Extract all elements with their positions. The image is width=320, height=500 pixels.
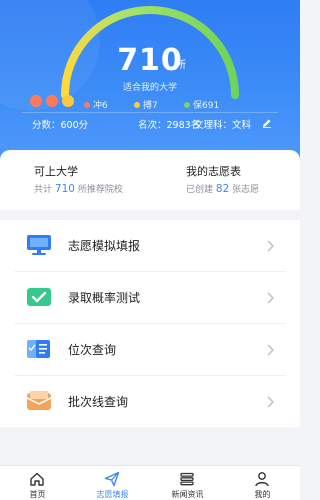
suffix: 张志愿 <box>232 185 260 195</box>
menu-item-admission-probability[interactable]: 录取概率测试 <box>0 272 300 324</box>
legend-dot-icon <box>134 101 140 108</box>
eligible-count: 710 <box>54 183 75 195</box>
tab-news[interactable]: 新闻资讯 <box>150 466 225 500</box>
my-application-subtitle: 已创建 82 张志愿 <box>186 182 259 195</box>
rank-doc-icon <box>27 340 50 358</box>
legend-label: 冲6 <box>93 101 108 111</box>
bottom-tab-bar: 首页 志愿填报 新闻资讯 我的 <box>0 465 300 500</box>
menu-item-label: 录取概率测试 <box>68 291 141 305</box>
tab-application-fill[interactable]: 志愿填报 <box>75 466 150 500</box>
legend-dot-icon <box>184 101 190 108</box>
score-header: 710 所 适合我的大学 冲6 搏7 保691 分数：600分 名次：2983名… <box>0 0 300 160</box>
school-count-unit: 所 <box>176 60 186 71</box>
eligible-schools-subtitle: 共计 710 所推荐院校 <box>34 182 123 195</box>
tab-profile[interactable]: 我的 <box>225 466 300 500</box>
news-icon <box>180 472 194 486</box>
legend-label: 保691 <box>193 101 220 111</box>
rank-stat: 名次：2983名 <box>138 120 201 131</box>
tab-label: 首页 <box>29 490 46 499</box>
eligible-schools-title: 可上大学 <box>34 165 78 178</box>
orange-dot-icon <box>30 95 42 107</box>
prefix: 已创建 <box>186 185 214 195</box>
feature-menu: 志愿模拟填报 录取概率测试 位次查询 批次线查询 <box>0 220 300 427</box>
score-stat: 分数：600分 <box>32 120 89 131</box>
chevron-right-icon <box>267 344 274 356</box>
chevron-right-icon <box>267 240 274 252</box>
school-count: 710 <box>117 43 183 78</box>
menu-item-label: 批次线查询 <box>68 395 129 409</box>
legend-label: 搏7 <box>143 101 158 111</box>
yellow-dot-icon <box>62 95 74 107</box>
menu-item-simulate-fill[interactable]: 志愿模拟填报 <box>0 220 300 272</box>
legend-chong: 冲6 <box>84 98 108 111</box>
application-count: 82 <box>215 183 230 195</box>
prefix: 共计 <box>34 185 53 195</box>
menu-item-rank-query[interactable]: 位次查询 <box>0 324 300 376</box>
subject-stat: 文理科：文科 <box>194 120 252 131</box>
tab-home[interactable]: 首页 <box>0 466 75 500</box>
menu-item-batch-line-query[interactable]: 批次线查询 <box>0 376 300 428</box>
tab-label: 志愿填报 <box>96 490 129 499</box>
home-icon <box>30 472 44 486</box>
summary-card: 可上大学 共计 710 所推荐院校 我的志愿表 已创建 82 张志愿 <box>0 150 300 210</box>
chevron-right-icon <box>267 292 274 304</box>
monitor-icon <box>27 235 51 255</box>
user-icon <box>255 472 269 487</box>
envelope-icon <box>26 391 52 410</box>
tab-label: 新闻资讯 <box>171 490 204 499</box>
menu-item-label: 位次查询 <box>68 343 117 357</box>
menu-item-label: 志愿模拟填报 <box>68 239 141 253</box>
legend-dot-icon <box>84 101 90 108</box>
my-application-title: 我的志愿表 <box>186 165 241 178</box>
send-icon <box>104 471 120 487</box>
legend-bao: 保691 <box>184 98 219 111</box>
check-card-icon <box>27 288 51 306</box>
school-count-caption: 适合我的大学 <box>122 83 177 93</box>
edit-pencil-icon[interactable] <box>262 118 272 128</box>
tab-label: 我的 <box>254 490 271 499</box>
legend-bo: 搏7 <box>134 98 158 111</box>
orange-dot-icon <box>46 95 58 107</box>
divider <box>22 112 278 113</box>
chevron-right-icon <box>267 396 274 408</box>
suffix: 所推荐院校 <box>77 185 123 195</box>
color-dots <box>30 95 74 107</box>
